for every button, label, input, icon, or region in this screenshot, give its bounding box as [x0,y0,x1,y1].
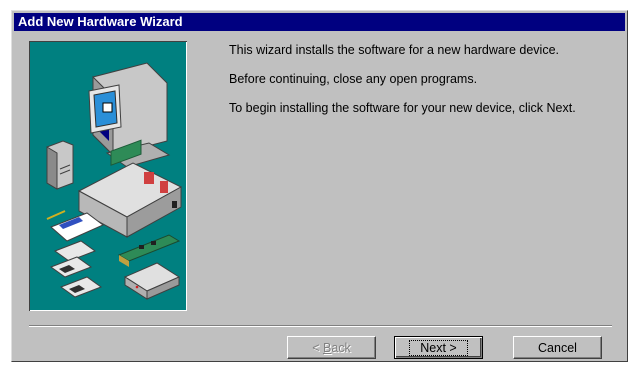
intro-paragraph: This wizard installs the software for a … [229,43,560,57]
floppy-disks-icon [49,240,103,298]
wizard-window: Add New Hardware Wizard This wizard inst… [11,10,628,362]
click-next-paragraph: To begin installing the software for you… [229,101,576,115]
window-title: Add New Hardware Wizard [18,14,183,29]
cancel-button-label: Cancel [538,340,577,355]
wizard-description: This wizard installs the software for a … [229,43,619,130]
back-mnemonic: B [322,340,332,355]
back-label-rest: ack [331,340,351,355]
button-separator [29,325,612,327]
speaker-icon [46,140,74,190]
close-programs-paragraph: Before continuing, close any open progra… [229,72,478,86]
title-bar[interactable]: Add New Hardware Wizard [14,13,625,31]
modem-icon [123,262,181,300]
wizard-illustration [29,41,187,311]
cancel-button[interactable]: Cancel [513,336,602,359]
next-button-label: Next > [409,339,468,356]
back-prefix: < [312,340,323,355]
next-button[interactable]: Next > [394,336,483,359]
expansion-card-icon [117,234,181,267]
back-button[interactable]: < Back [287,336,376,359]
